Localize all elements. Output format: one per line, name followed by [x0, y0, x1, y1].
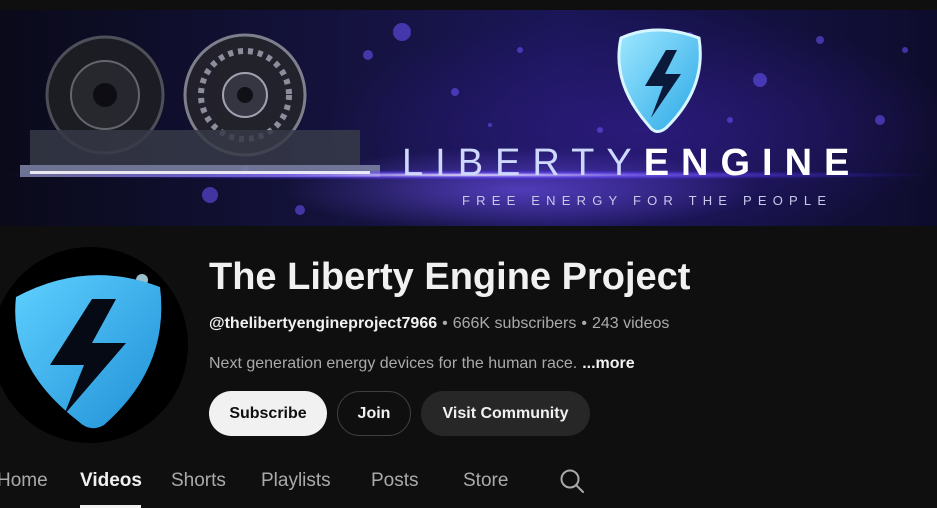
banner-title-liberty: LIBERTY: [402, 142, 644, 184]
lightning-shield-icon: [15, 274, 162, 429]
tab-playlists[interactable]: Playlists: [261, 470, 331, 492]
visit-community-button[interactable]: Visit Community: [421, 391, 590, 436]
channel-handle[interactable]: @thelibertyengineproject7966: [209, 315, 437, 332]
banner-title-engine: ENGINE: [643, 142, 862, 184]
tab-posts[interactable]: Posts: [371, 470, 419, 492]
tab-videos[interactable]: Videos: [80, 470, 142, 492]
channel-description[interactable]: Next generation energy devices for the h…: [209, 355, 635, 373]
meta-separator: •: [442, 315, 448, 332]
meta-separator: •: [581, 315, 587, 332]
channel-meta: @thelibertyengineproject7966 • 666K subscr…: [209, 315, 669, 333]
more-link[interactable]: ...more: [582, 355, 634, 372]
top-strip: [0, 0, 937, 10]
join-button[interactable]: Join: [337, 391, 411, 436]
banner-title: LIBERTYENGINE: [402, 141, 861, 185]
description-text: Next generation energy devices for the h…: [209, 355, 578, 372]
search-icon[interactable]: [558, 467, 586, 495]
tab-store[interactable]: Store: [463, 470, 508, 492]
channel-name: The Liberty Engine Project: [209, 256, 691, 298]
banner-tagline: FREE ENERGY FOR THE PEOPLE: [462, 193, 833, 208]
video-count: 243 videos: [591, 315, 670, 332]
tab-home[interactable]: Home: [0, 470, 48, 492]
channel-banner: LIBERTYENGINE FREE ENERGY FOR THE PEOPLE: [0, 10, 937, 226]
tab-shorts[interactable]: Shorts: [171, 470, 226, 492]
subscriber-count: 666K subscribers: [452, 315, 577, 332]
subscribe-button[interactable]: Subscribe: [209, 391, 327, 436]
channel-avatar[interactable]: [0, 247, 188, 443]
